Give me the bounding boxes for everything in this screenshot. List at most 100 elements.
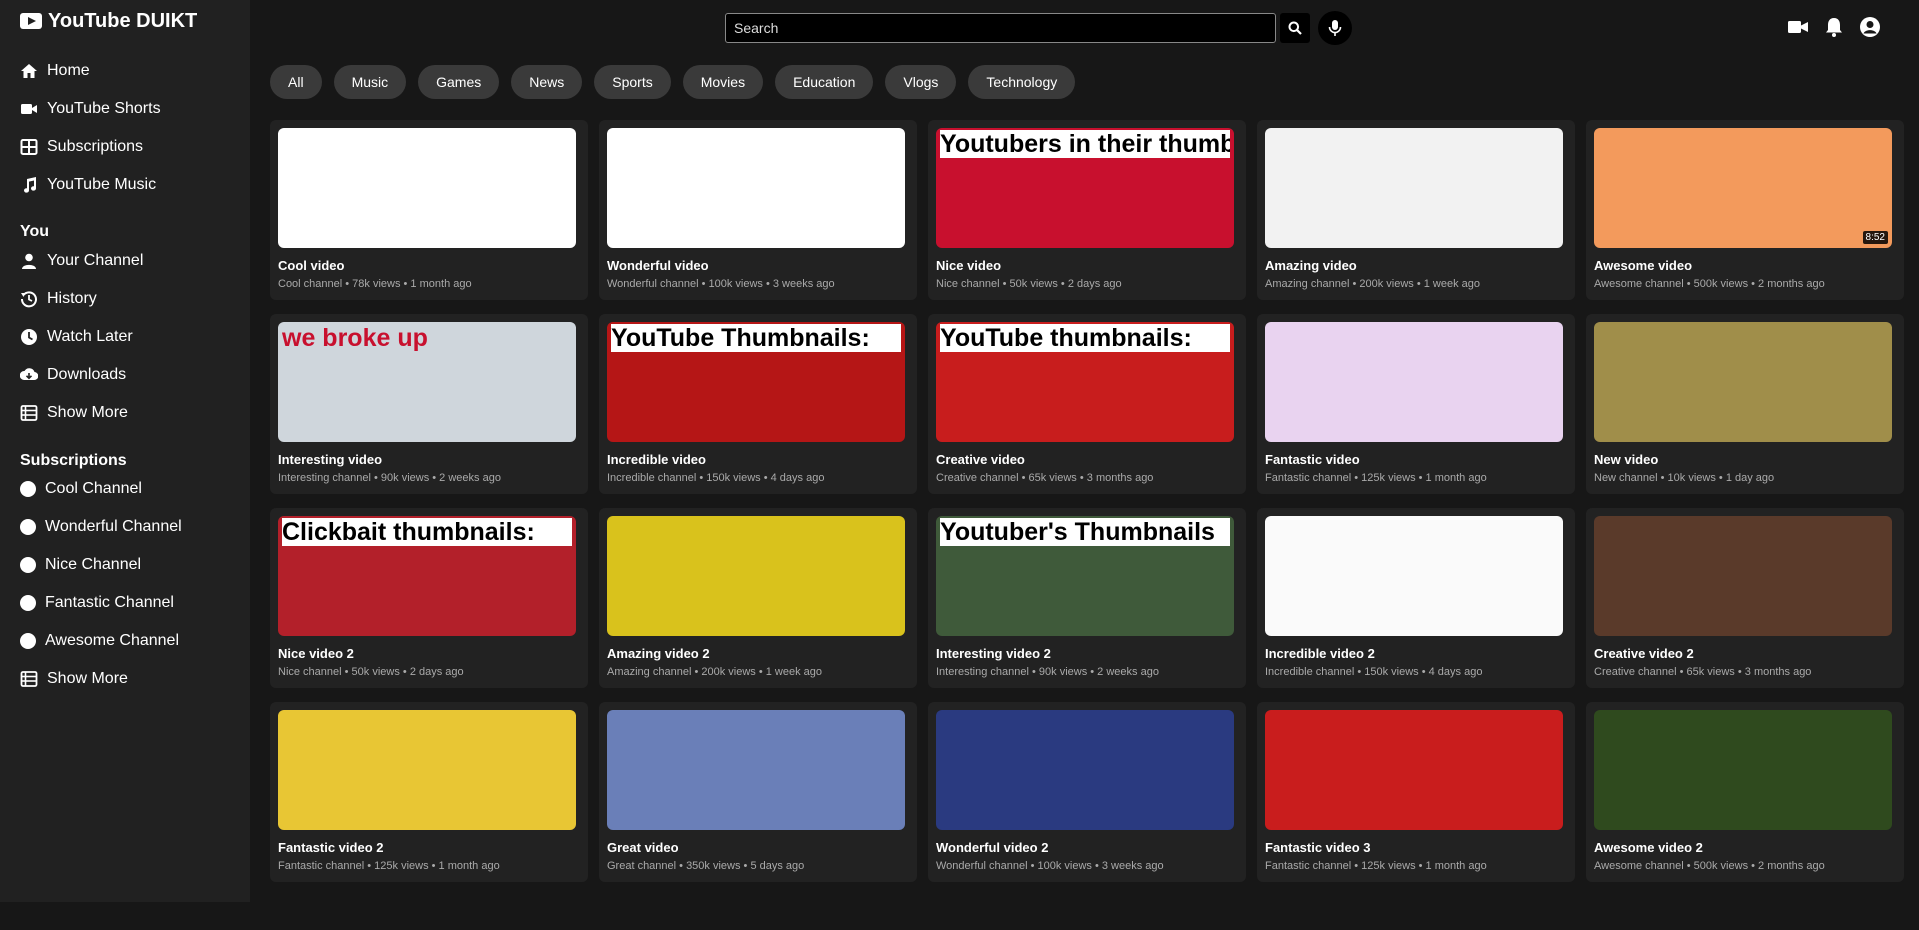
video-card[interactable]: YouTube Thumbnails: Incredible video Incre… (599, 314, 917, 494)
sidebar-item-nice-channel[interactable]: Nice Channel (20, 553, 141, 577)
chip-education[interactable]: Education (775, 65, 874, 99)
video-thumbnail[interactable]: 8:52 (1594, 128, 1892, 248)
video-thumbnail[interactable]: YouTube Thumbnails: (607, 322, 905, 442)
list-icon (20, 405, 38, 421)
sidebar-item-youtube-music[interactable]: YouTube Music (20, 173, 156, 197)
video-thumbnail[interactable] (1594, 322, 1892, 442)
notifications-bell-icon[interactable] (1823, 16, 1845, 38)
video-card[interactable]: Awesome video 2 Awesome channel • 500k vi… (1586, 702, 1904, 882)
sidebar-item-show-more[interactable]: Show More (20, 401, 128, 425)
video-thumbnail[interactable] (607, 128, 905, 248)
voice-search-button[interactable] (1318, 11, 1352, 45)
video-card[interactable]: Clickbait thumbnails: Nice video 2 Nice ch… (270, 508, 588, 688)
app-logo[interactable]: YouTube DUIKT (20, 9, 197, 33)
video-thumbnail[interactable]: Clickbait thumbnails: (278, 516, 576, 636)
video-thumbnail[interactable] (1265, 322, 1563, 442)
sidebar-item-wonderful-channel[interactable]: Wonderful Channel (20, 515, 182, 539)
video-thumbnail[interactable] (278, 128, 576, 248)
video-card[interactable]: Amazing video 2 Amazing channel • 200k vi… (599, 508, 917, 688)
video-thumbnail[interactable] (1594, 516, 1892, 636)
sidebar-item-cool-channel[interactable]: Cool Channel (20, 477, 142, 501)
video-thumbnail[interactable] (936, 710, 1234, 830)
video-card[interactable]: we broke up Interesting video Interesting … (270, 314, 588, 494)
video-title[interactable]: Wonderful video 2 (936, 840, 1048, 855)
video-card[interactable]: Fantastic video 2 Fantastic channel • 125… (270, 702, 588, 882)
search-button[interactable] (1280, 13, 1310, 43)
search-input[interactable] (725, 13, 1276, 43)
video-title[interactable]: Interesting video (278, 452, 382, 467)
sidebar-item-home[interactable]: Home (20, 59, 90, 83)
sidebar-item-watch-later[interactable]: Watch Later (20, 325, 133, 349)
video-title[interactable]: Nice video 2 (278, 646, 354, 661)
video-title[interactable]: Awesome video (1594, 258, 1692, 273)
clock-icon (21, 329, 37, 345)
video-title[interactable]: Interesting video 2 (936, 646, 1051, 661)
video-title[interactable]: Amazing video (1265, 258, 1357, 273)
video-title[interactable]: Fantastic video (1265, 452, 1360, 467)
video-card[interactable]: Wonderful video Wonderful channel • 100k … (599, 120, 917, 300)
sidebar-item-shorts[interactable]: YouTube Shorts (20, 97, 161, 121)
sidebar-item-label: Awesome Channel (45, 632, 180, 649)
chip-news[interactable]: News (511, 65, 583, 99)
chip-music[interactable]: Music (333, 65, 407, 99)
chip-vlogs[interactable]: Vlogs (885, 65, 957, 99)
video-title[interactable]: Amazing video 2 (607, 646, 710, 661)
sidebar-item-history[interactable]: History (20, 287, 97, 311)
video-title[interactable]: Creative video (936, 452, 1025, 467)
video-title[interactable]: Incredible video (607, 452, 706, 467)
video-thumbnail[interactable] (1265, 128, 1563, 248)
video-thumbnail[interactable] (1265, 516, 1563, 636)
sidebar-item-subs-show-more[interactable]: Show More (20, 667, 128, 691)
chip-games[interactable]: Games (418, 65, 500, 99)
sidebar-item-downloads[interactable]: Downloads (20, 363, 126, 387)
video-title[interactable]: Great video (607, 840, 679, 855)
video-title[interactable]: Nice video (936, 258, 1001, 273)
video-thumbnail[interactable] (607, 710, 905, 830)
video-card[interactable]: Fantastic video 3 Fantastic channel • 125… (1257, 702, 1575, 882)
sidebar-item-fantastic-channel[interactable]: Fantastic Channel (20, 591, 174, 615)
sidebar-item-your-channel[interactable]: Your Channel (20, 249, 143, 273)
video-thumbnail[interactable] (1594, 710, 1892, 830)
video-card[interactable]: Incredible video 2 Incredible channel • 1… (1257, 508, 1575, 688)
chip-technology[interactable]: Technology (968, 65, 1076, 99)
create-video-icon[interactable] (1787, 16, 1809, 38)
video-meta: Fantastic channel • 125k views • 1 month… (1265, 860, 1487, 872)
video-card[interactable]: Cool video Cool channel • 78k views • 1 m… (270, 120, 588, 300)
video-card[interactable]: Youtubers in their thumbnails: Nice video… (928, 120, 1246, 300)
video-title[interactable]: Cool video (278, 258, 344, 273)
video-card[interactable]: Amazing video Amazing channel • 200k view… (1257, 120, 1575, 300)
video-card[interactable]: Fantastic video Fantastic channel • 125k … (1257, 314, 1575, 494)
video-card[interactable]: Wonderful video 2 Wonderful channel • 100… (928, 702, 1246, 882)
grid-icon (20, 139, 38, 155)
video-card[interactable]: 8:52 Awesome video Awesome channel • 500k … (1586, 120, 1904, 300)
video-title[interactable]: Awesome video 2 (1594, 840, 1703, 855)
video-thumbnail[interactable] (1265, 710, 1563, 830)
chip-movies[interactable]: Movies (682, 65, 764, 99)
sidebar-item-label: Show More (47, 670, 128, 687)
video-thumbnail[interactable] (278, 710, 576, 830)
chip-all[interactable]: All (270, 65, 322, 99)
video-title[interactable]: New video (1594, 452, 1658, 467)
video-thumbnail[interactable]: Youtuber's Thumbnails (936, 516, 1234, 636)
video-title[interactable]: Creative video 2 (1594, 646, 1694, 661)
chip-sports[interactable]: Sports (594, 65, 671, 99)
video-card[interactable]: Creative video 2 Creative channel • 65k v… (1586, 508, 1904, 688)
video-card[interactable]: Youtuber's Thumbnails Interesting video 2… (928, 508, 1246, 688)
video-thumbnail[interactable]: YouTube thumbnails: (936, 322, 1234, 442)
video-card[interactable]: YouTube thumbnails: Creative video Creativ… (928, 314, 1246, 494)
video-thumbnail[interactable] (607, 516, 905, 636)
video-title[interactable]: Incredible video 2 (1265, 646, 1375, 661)
video-thumbnail[interactable]: we broke up (278, 322, 576, 442)
search-icon (1288, 21, 1302, 35)
sidebar-item-awesome-channel[interactable]: Awesome Channel (20, 629, 179, 653)
video-title[interactable]: Fantastic video 3 (1265, 840, 1370, 855)
video-card[interactable]: Great video Great channel • 350k views • … (599, 702, 917, 882)
sidebar-item-subscriptions[interactable]: Subscriptions (20, 135, 143, 159)
account-icon[interactable] (1859, 16, 1881, 38)
video-title[interactable]: Wonderful video (607, 258, 709, 273)
sidebar-item-label: History (47, 290, 97, 307)
video-thumbnail[interactable]: Youtubers in their thumbnails: (936, 128, 1234, 248)
video-card[interactable]: New video New channel • 10k views • 1 day… (1586, 314, 1904, 494)
channel-avatar-icon (20, 481, 36, 497)
video-title[interactable]: Fantastic video 2 (278, 840, 383, 855)
